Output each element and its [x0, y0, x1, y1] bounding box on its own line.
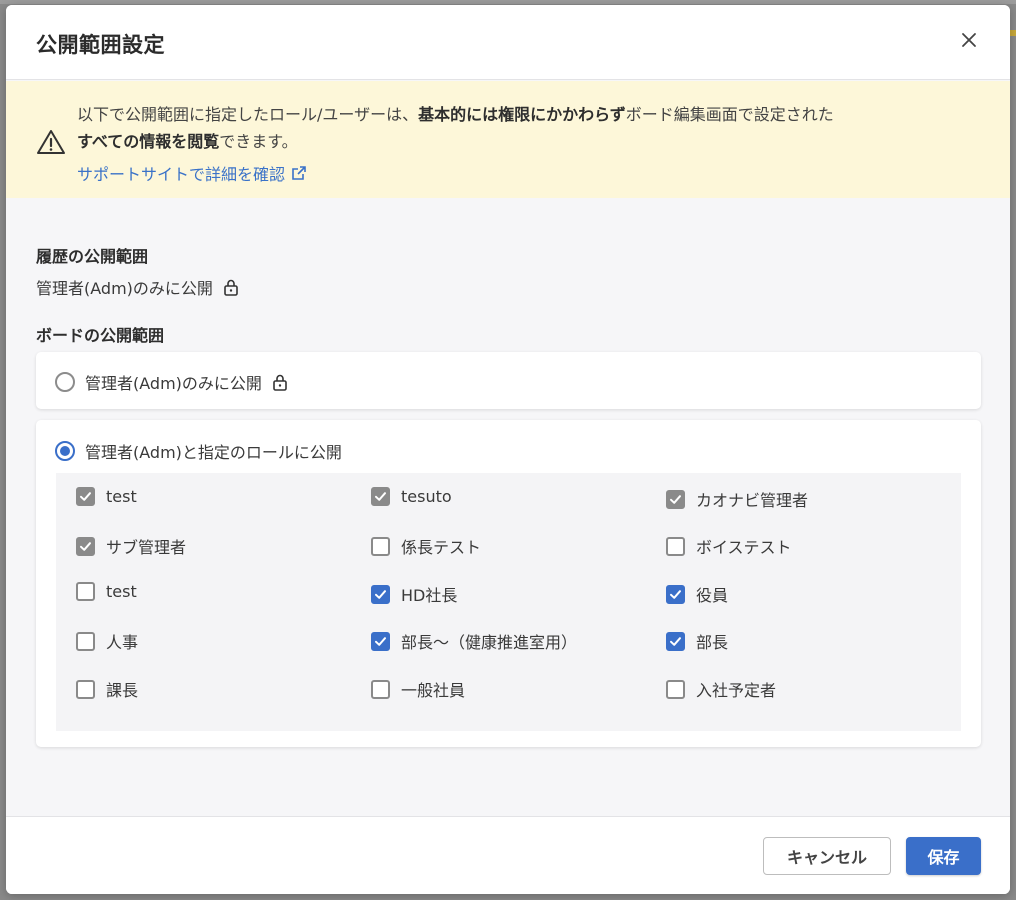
- radio-admin-roles-label: 管理者(Adm)と指定のロールに公開: [85, 443, 342, 462]
- dialog-title: 公開範囲設定: [36, 33, 165, 57]
- role-checkbox[interactable]: [76, 631, 95, 651]
- warning-text-line1: 以下で公開範囲に指定したロール/ユーザーは、基本的には権限にかかわらずボード編集…: [77, 101, 834, 125]
- backdrop-strip: [0, 0, 1016, 4]
- role-checkbox[interactable]: [666, 679, 685, 699]
- checkmark-icon: [80, 541, 91, 551]
- warning-text-emphasis: すべての情報を閲覧: [77, 132, 220, 151]
- role-checkbox-item[interactable]: 役員: [666, 582, 728, 606]
- warning-icon: [37, 130, 65, 154]
- role-checkbox-item[interactable]: test: [76, 487, 137, 506]
- warning-text-line2: すべての情報を閲覧できます。: [77, 128, 298, 152]
- board-section-title: ボードの公開範囲: [36, 326, 165, 345]
- role-checkbox-item[interactable]: 一般社員: [371, 677, 465, 701]
- role-checkbox-item[interactable]: HD社長: [371, 582, 457, 606]
- warning-text-part: できます。: [219, 132, 298, 151]
- role-checkbox[interactable]: [76, 679, 95, 699]
- role-checkbox[interactable]: [666, 631, 685, 651]
- role-checkbox[interactable]: [76, 582, 95, 601]
- checkmark-icon: [80, 492, 91, 501]
- role-checkbox-item[interactable]: test: [76, 582, 137, 601]
- radio-admin-roles[interactable]: 管理者(Adm)と指定のロールに公開: [55, 439, 342, 463]
- role-checkbox-item[interactable]: 部長〜（健康推進室用）: [371, 629, 577, 653]
- support-site-link-label: サポートサイトで詳細を確認: [77, 165, 286, 184]
- role-checkbox[interactable]: [666, 536, 685, 556]
- close-icon: [962, 33, 976, 47]
- visibility-settings-dialog: 公開範囲設定 以下で公開範囲に指定したロール/ユーザーは、基本的には権限にかかわ…: [6, 5, 1010, 894]
- role-checkbox-label: 入社予定者: [696, 681, 777, 700]
- role-checkbox-label: サブ管理者: [106, 538, 187, 557]
- role-checkbox[interactable]: [76, 487, 95, 506]
- roles-checkbox-panel: test tesuto カオナビ管理者サブ管理者 係長テスト ボイステスト test HD社…: [56, 473, 961, 731]
- option-card-admin-only: 管理者(Adm)のみに公開: [36, 352, 981, 409]
- history-visibility-label: 管理者(Adm)のみに公開: [36, 279, 213, 298]
- radio-admin-only[interactable]: 管理者(Adm)のみに公開: [55, 370, 288, 394]
- role-checkbox-label: カオナビ管理者: [696, 491, 809, 510]
- role-checkbox-item[interactable]: カオナビ管理者: [666, 487, 808, 511]
- role-checkbox-label: 役員: [696, 586, 729, 605]
- role-checkbox[interactable]: [371, 584, 390, 604]
- dialog-footer: キャンセル 保存: [6, 816, 1010, 894]
- role-checkbox[interactable]: [371, 536, 390, 556]
- close-button[interactable]: [956, 27, 982, 53]
- role-checkbox-item[interactable]: ボイステスト: [666, 534, 792, 558]
- warning-text-part: ボード編集画面で設定された: [625, 105, 834, 124]
- option-card-admin-roles: 管理者(Adm)と指定のロールに公開 test tesuto カオナビ管理者サブ管理…: [36, 420, 981, 747]
- role-checkbox-label: 一般社員: [401, 681, 466, 700]
- role-checkbox-label: 課長: [106, 681, 139, 700]
- support-site-link[interactable]: サポートサイトで詳細を確認: [77, 161, 307, 185]
- history-section-title: 履歴の公開範囲: [36, 247, 149, 266]
- checkmark-icon: [670, 494, 681, 504]
- warning-text-emphasis: 基本的には権限にかかわらず: [418, 105, 626, 124]
- role-checkbox-label: test: [106, 487, 137, 506]
- role-checkbox-label: HD社長: [401, 586, 458, 605]
- checkmark-icon: [375, 636, 386, 646]
- role-checkbox-item[interactable]: 入社予定者: [666, 677, 776, 701]
- role-checkbox-label: 部長: [696, 633, 729, 652]
- history-visibility-value: 管理者(Adm)のみに公開: [36, 275, 239, 299]
- role-checkbox-item[interactable]: 係長テスト: [371, 534, 481, 558]
- checkmark-icon: [375, 589, 386, 599]
- role-checkbox-item[interactable]: 人事: [76, 629, 138, 653]
- cancel-button[interactable]: キャンセル: [763, 837, 891, 875]
- lock-icon: [273, 374, 287, 391]
- role-checkbox[interactable]: [371, 487, 390, 506]
- role-checkbox[interactable]: [666, 584, 685, 604]
- warning-text-part: 以下で公開範囲に指定したロール/ユーザーは、: [77, 105, 419, 124]
- warning-banner: 以下で公開範囲に指定したロール/ユーザーは、基本的には権限にかかわらずボード編集…: [6, 81, 1010, 198]
- role-checkbox-label: 係長テスト: [401, 538, 482, 557]
- role-checkbox-item[interactable]: tesuto: [371, 487, 452, 506]
- role-checkbox[interactable]: [371, 679, 390, 699]
- lock-icon: [224, 279, 238, 296]
- checkmark-icon: [670, 636, 681, 646]
- role-checkbox[interactable]: [666, 489, 685, 509]
- backdrop-accent: [1010, 30, 1016, 36]
- role-checkbox[interactable]: [371, 631, 390, 651]
- role-checkbox[interactable]: [76, 536, 95, 556]
- role-checkbox-item[interactable]: 課長: [76, 677, 138, 701]
- dialog-header: 公開範囲設定: [6, 5, 1010, 80]
- role-checkbox-label: 部長〜（健康推進室用）: [401, 633, 578, 652]
- radio-button[interactable]: [55, 372, 75, 392]
- radio-admin-only-label: 管理者(Adm)のみに公開: [85, 374, 262, 393]
- checkmark-icon: [670, 589, 681, 599]
- save-button[interactable]: 保存: [906, 837, 981, 875]
- role-checkbox-label: tesuto: [401, 487, 452, 506]
- external-link-icon: [292, 166, 306, 180]
- checkmark-icon: [375, 492, 386, 501]
- role-checkbox-label: 人事: [106, 633, 139, 652]
- role-checkbox-item[interactable]: サブ管理者: [76, 534, 186, 558]
- role-checkbox-label: test: [106, 582, 137, 601]
- radio-button-selected[interactable]: [55, 441, 75, 461]
- role-checkbox-label: ボイステスト: [696, 538, 792, 557]
- role-checkbox-item[interactable]: 部長: [666, 629, 728, 653]
